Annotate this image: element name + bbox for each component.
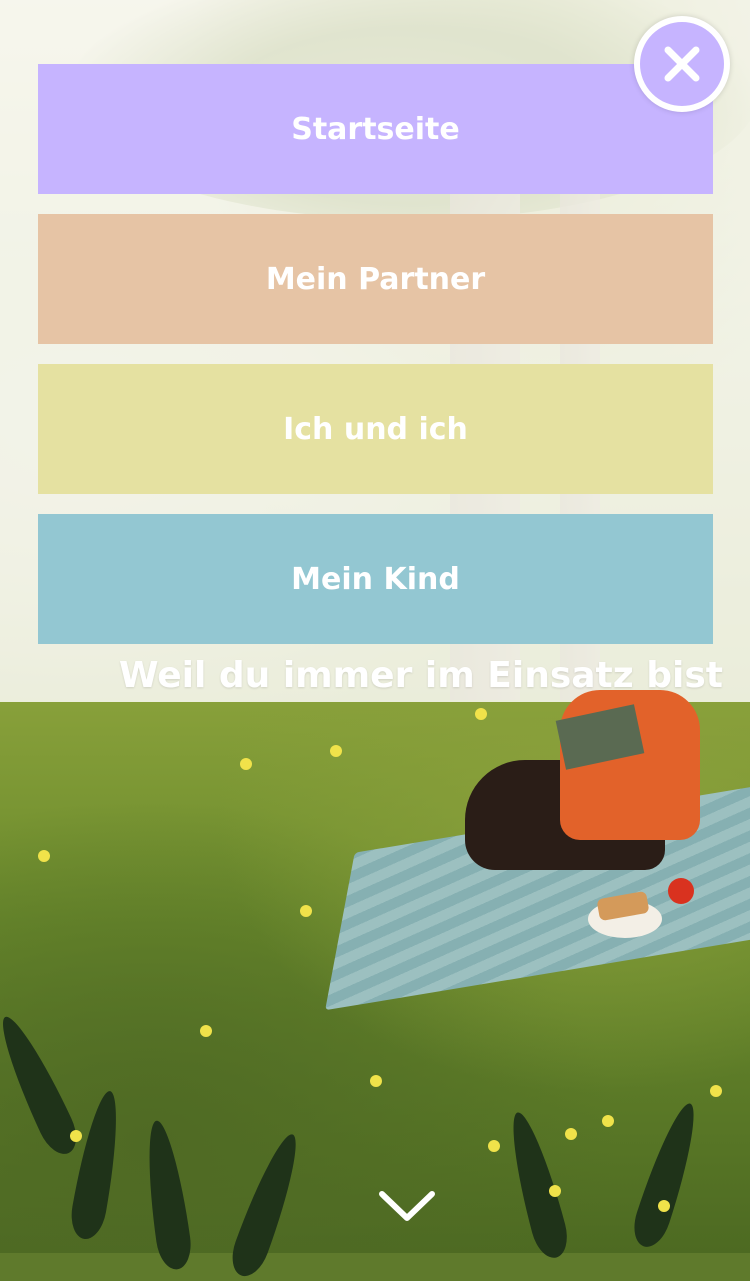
flower	[38, 850, 50, 862]
flower	[602, 1115, 614, 1127]
flower	[658, 1200, 670, 1212]
flower	[565, 1128, 577, 1140]
hero-tagline: Weil du immer im Einsatz bist	[118, 655, 723, 696]
flower	[300, 905, 312, 917]
apple	[668, 878, 694, 904]
flower	[475, 708, 487, 720]
flower	[549, 1185, 561, 1197]
menu-item-mein-kind[interactable]: Mein Kind	[38, 514, 713, 644]
close-icon	[664, 46, 700, 82]
flower	[370, 1075, 382, 1087]
menu-item-mein-partner[interactable]: Mein Partner	[38, 214, 713, 344]
menu-item-startseite[interactable]: Startseite	[38, 64, 713, 194]
menu-item-ich-und-ich[interactable]: Ich und ich	[38, 364, 713, 494]
flower	[240, 758, 252, 770]
flower	[200, 1025, 212, 1037]
flower	[488, 1140, 500, 1152]
flower	[330, 745, 342, 757]
flower	[70, 1130, 82, 1142]
flower	[710, 1085, 722, 1097]
chevron-down-icon[interactable]	[378, 1186, 436, 1226]
close-menu-button[interactable]	[634, 16, 730, 112]
